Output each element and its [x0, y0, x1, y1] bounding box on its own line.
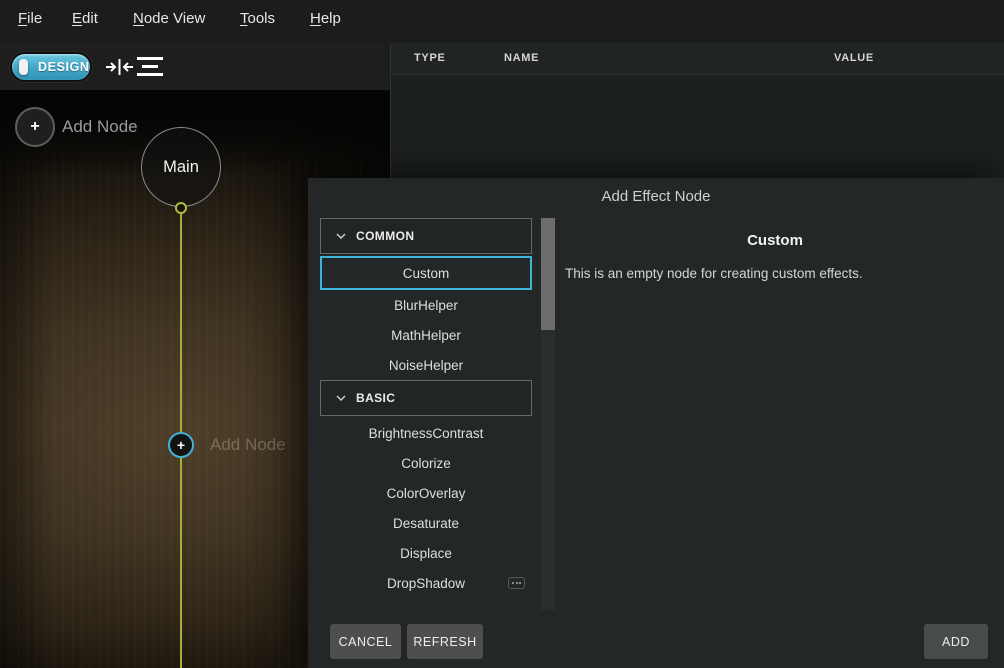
list-item-custom[interactable]: Custom [320, 256, 532, 290]
collapse-horizontal-icon[interactable] [105, 56, 133, 78]
effect-name-heading: Custom [565, 232, 985, 249]
section-label: COMMON [356, 229, 414, 243]
menu-edit[interactable]: Edit [72, 10, 98, 27]
main-node-label: Main [163, 158, 199, 177]
toggle-knob-icon [19, 59, 28, 75]
menu-node-view[interactable]: Node View [133, 10, 205, 27]
add-node-button[interactable]: + [15, 107, 55, 147]
list-item-noisehelper[interactable]: NoiseHelper [320, 350, 532, 380]
properties-header-row: TYPE NAME VALUE [391, 43, 1004, 75]
list-item-coloroverlay[interactable]: ColorOverlay [320, 478, 532, 508]
list-item-colorize[interactable]: Colorize [320, 448, 532, 478]
list-item-label: DropShadow [387, 576, 465, 591]
add-button[interactable]: ADD [924, 624, 988, 659]
section-header-common[interactable]: COMMON [320, 218, 532, 254]
menu-help[interactable]: Help [310, 10, 341, 27]
list-item-dropshadow[interactable]: DropShadow [320, 568, 532, 598]
column-header-value: VALUE [834, 52, 874, 64]
section-label: BASIC [356, 391, 395, 405]
menu-bar: File Edit Node View Tools Help [0, 0, 1004, 43]
chevron-down-icon [336, 395, 346, 401]
add-effect-node-dialog: Add Effect Node COMMON Custom BlurHelper… [308, 178, 1004, 668]
menu-file[interactable]: File [18, 10, 42, 27]
add-node-label: Add Node [62, 117, 138, 137]
align-lines-icon[interactable] [136, 56, 164, 78]
list-item-mathhelper[interactable]: MathHelper [320, 320, 532, 350]
list-item-blurhelper[interactable]: BlurHelper [320, 290, 532, 320]
node-output-port[interactable] [175, 202, 187, 214]
design-toggle-label: DESIGN [38, 60, 90, 74]
list-item-desaturate[interactable]: Desaturate [320, 508, 532, 538]
plus-icon: + [30, 118, 39, 136]
design-toggle-button[interactable]: DESIGN [10, 52, 92, 82]
plus-icon: + [177, 438, 185, 452]
list-item-brightnesscontrast[interactable]: BrightnessContrast [320, 418, 532, 448]
refresh-button[interactable]: REFRESH [407, 624, 483, 659]
chevron-down-icon [336, 233, 346, 239]
column-header-name: NAME [504, 52, 539, 64]
cancel-button[interactable]: CANCEL [330, 624, 401, 659]
section-header-basic[interactable]: BASIC [320, 380, 532, 416]
dialog-title: Add Effect Node [308, 188, 1004, 205]
list-scrollbar[interactable] [541, 218, 555, 610]
column-header-type: TYPE [414, 52, 446, 64]
ellipsis-icon[interactable] [508, 577, 525, 589]
add-node-inline-button[interactable]: + [168, 432, 194, 458]
effect-list: COMMON Custom BlurHelper MathHelper Nois… [320, 218, 532, 598]
effect-description: This is an empty node for creating custo… [565, 266, 985, 281]
add-node-inline-label: Add Node [210, 435, 286, 455]
effect-detail-panel: Custom This is an empty node for creatin… [565, 232, 985, 281]
scrollbar-thumb[interactable] [541, 218, 555, 330]
main-node[interactable]: Main [141, 127, 221, 207]
list-item-displace[interactable]: Displace [320, 538, 532, 568]
toolbar: DESIGN [0, 43, 390, 90]
menu-tools[interactable]: Tools [240, 10, 275, 27]
